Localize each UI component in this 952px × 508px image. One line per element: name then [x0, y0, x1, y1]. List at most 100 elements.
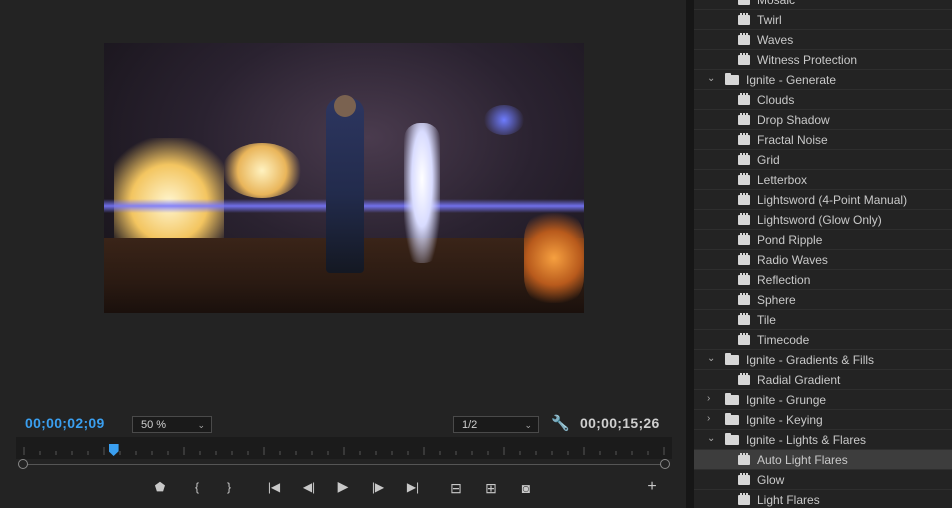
effect-preset-icon — [738, 13, 750, 25]
effect-label: Ignite - Grunge — [746, 393, 827, 407]
effect-preset-icon — [738, 473, 750, 485]
effect-item[interactable]: Auto Light Flares — [694, 450, 952, 470]
effect-label: Grid — [757, 153, 780, 167]
effect-preset-icon — [738, 33, 750, 45]
effect-preset-icon — [738, 273, 750, 285]
effect-label: Twirl — [757, 13, 782, 27]
effect-label: Radial Gradient — [757, 373, 841, 387]
effect-preset-icon — [738, 153, 750, 165]
wrench-settings-icon[interactable]: 🔧 — [551, 414, 570, 432]
effect-item[interactable]: Witness Protection — [694, 50, 952, 70]
effect-item[interactable]: Letterbox — [694, 170, 952, 190]
effect-preset-icon — [738, 53, 750, 65]
zoom-value: 50 % — [141, 419, 167, 431]
effect-preset-icon — [738, 333, 750, 345]
effect-label: Glow — [757, 473, 785, 487]
effect-item[interactable]: Tile — [694, 310, 952, 330]
go-to-in-button[interactable]: |◀ — [264, 480, 284, 494]
effect-item[interactable]: Reflection — [694, 270, 952, 290]
effects-bin[interactable]: ⌄ Ignite - Generate — [694, 70, 952, 90]
effect-preset-icon — [738, 93, 750, 105]
effects-bin[interactable]: ⌄ Ignite - Lights & Flares — [694, 430, 952, 450]
duration-timecode: 00;00;15;26 — [580, 415, 660, 431]
effect-label: Auto Light Flares — [757, 453, 848, 467]
folder-icon — [725, 413, 739, 425]
playback-resolution-select[interactable]: 1/2 ⌄ — [453, 416, 539, 433]
effect-label: Ignite - Lights & Flares — [746, 433, 867, 447]
export-frame-button[interactable]: ◙ — [516, 480, 536, 496]
add-marker-button[interactable]: ⬟ — [150, 480, 170, 494]
effects-bin[interactable]: ⌄ Ignite - Gradients & Fills — [694, 350, 952, 370]
effect-item[interactable]: Timecode — [694, 330, 952, 350]
effect-label: Sphere — [757, 293, 796, 307]
effect-label: Light Flares — [757, 493, 820, 507]
effect-label: Reflection — [757, 273, 811, 287]
chevron-right-icon[interactable]: › — [707, 413, 710, 424]
effect-label: Letterbox — [757, 173, 808, 187]
effect-item[interactable]: Pond Ripple — [694, 230, 952, 250]
effect-preset-icon — [738, 173, 750, 185]
current-timecode[interactable]: 00;00;02;09 — [25, 415, 105, 431]
blue-light — [484, 105, 524, 135]
chevron-down-icon[interactable]: ⌄ — [707, 433, 715, 444]
effects-bin[interactable]: › Ignite - Keying — [694, 410, 952, 430]
lift-button[interactable]: ⊟ — [446, 480, 466, 497]
folder-icon — [725, 353, 739, 365]
effect-label: Radio Waves — [757, 253, 828, 267]
play-button[interactable]: ▶ — [333, 478, 353, 495]
effects-panel: Mosaic Twirl Waves Witness Protection ⌄ Ignit… — [694, 0, 952, 508]
scroll-left-handle[interactable] — [18, 459, 28, 469]
chevron-down-icon: ⌄ — [197, 420, 205, 430]
mark-in-button[interactable]: { — [187, 480, 207, 494]
effect-item[interactable]: Sphere — [694, 290, 952, 310]
effect-label: Tile — [757, 313, 776, 327]
effect-item[interactable]: Radio Waves — [694, 250, 952, 270]
effect-item[interactable]: Twirl — [694, 10, 952, 30]
effect-item[interactable]: Radial Gradient — [694, 370, 952, 390]
effect-item[interactable]: Grid — [694, 150, 952, 170]
effect-preset-icon — [738, 113, 750, 125]
folder-icon — [725, 73, 739, 85]
effect-item[interactable]: Lightsword (Glow Only) — [694, 210, 952, 230]
video-preview[interactable] — [104, 43, 584, 313]
effect-label: Timecode — [757, 333, 810, 347]
panel-divider[interactable] — [686, 0, 694, 508]
step-back-button[interactable]: ◀| — [299, 480, 319, 494]
mark-out-button[interactable]: } — [219, 480, 239, 494]
effect-item[interactable]: Waves — [694, 30, 952, 50]
add-button[interactable]: + — [642, 478, 662, 496]
effect-label: Pond Ripple — [757, 233, 823, 247]
zoom-select[interactable]: 50 % ⌄ — [132, 416, 212, 433]
effect-preset-icon — [738, 233, 750, 245]
effect-label: Lightsword (Glow Only) — [757, 213, 882, 227]
effect-preset-icon — [738, 0, 750, 5]
effect-item[interactable]: Glow — [694, 470, 952, 490]
effect-preset-icon — [738, 373, 750, 385]
hologram-figure — [404, 123, 440, 263]
effect-item[interactable]: Fractal Noise — [694, 130, 952, 150]
effect-preset-icon — [738, 453, 750, 465]
effect-label: Lightsword (4-Point Manual) — [757, 193, 908, 207]
performer-figure — [326, 98, 364, 273]
effect-preset-icon — [738, 133, 750, 145]
effect-label: Mosaic — [757, 0, 796, 7]
effect-item[interactable]: Light Flares — [694, 490, 952, 508]
effect-item[interactable]: Mosaic — [694, 0, 952, 10]
effect-item[interactable]: Clouds — [694, 90, 952, 110]
effect-item[interactable]: Drop Shadow — [694, 110, 952, 130]
scroll-right-handle[interactable] — [660, 459, 670, 469]
effect-label: Ignite - Generate — [746, 73, 837, 87]
extract-button[interactable]: ⊞ — [481, 480, 501, 497]
program-monitor: 00;00;02;09 50 % ⌄ 1/2 ⌄ 🔧 00;00;15;26 ⬟… — [0, 0, 686, 508]
step-forward-button[interactable]: |▶ — [368, 480, 388, 494]
chevron-down-icon[interactable]: ⌄ — [707, 73, 715, 84]
effects-bin[interactable]: › Ignite - Grunge — [694, 390, 952, 410]
chevron-down-icon: ⌄ — [524, 420, 532, 430]
effect-label: Clouds — [757, 93, 795, 107]
effect-item[interactable]: Lightsword (4-Point Manual) — [694, 190, 952, 210]
go-to-out-button[interactable]: ▶| — [403, 480, 423, 494]
zoom-scroll-bar[interactable] — [20, 464, 668, 465]
folder-icon — [725, 433, 739, 445]
chevron-down-icon[interactable]: ⌄ — [707, 353, 715, 364]
chevron-right-icon[interactable]: › — [707, 393, 710, 404]
